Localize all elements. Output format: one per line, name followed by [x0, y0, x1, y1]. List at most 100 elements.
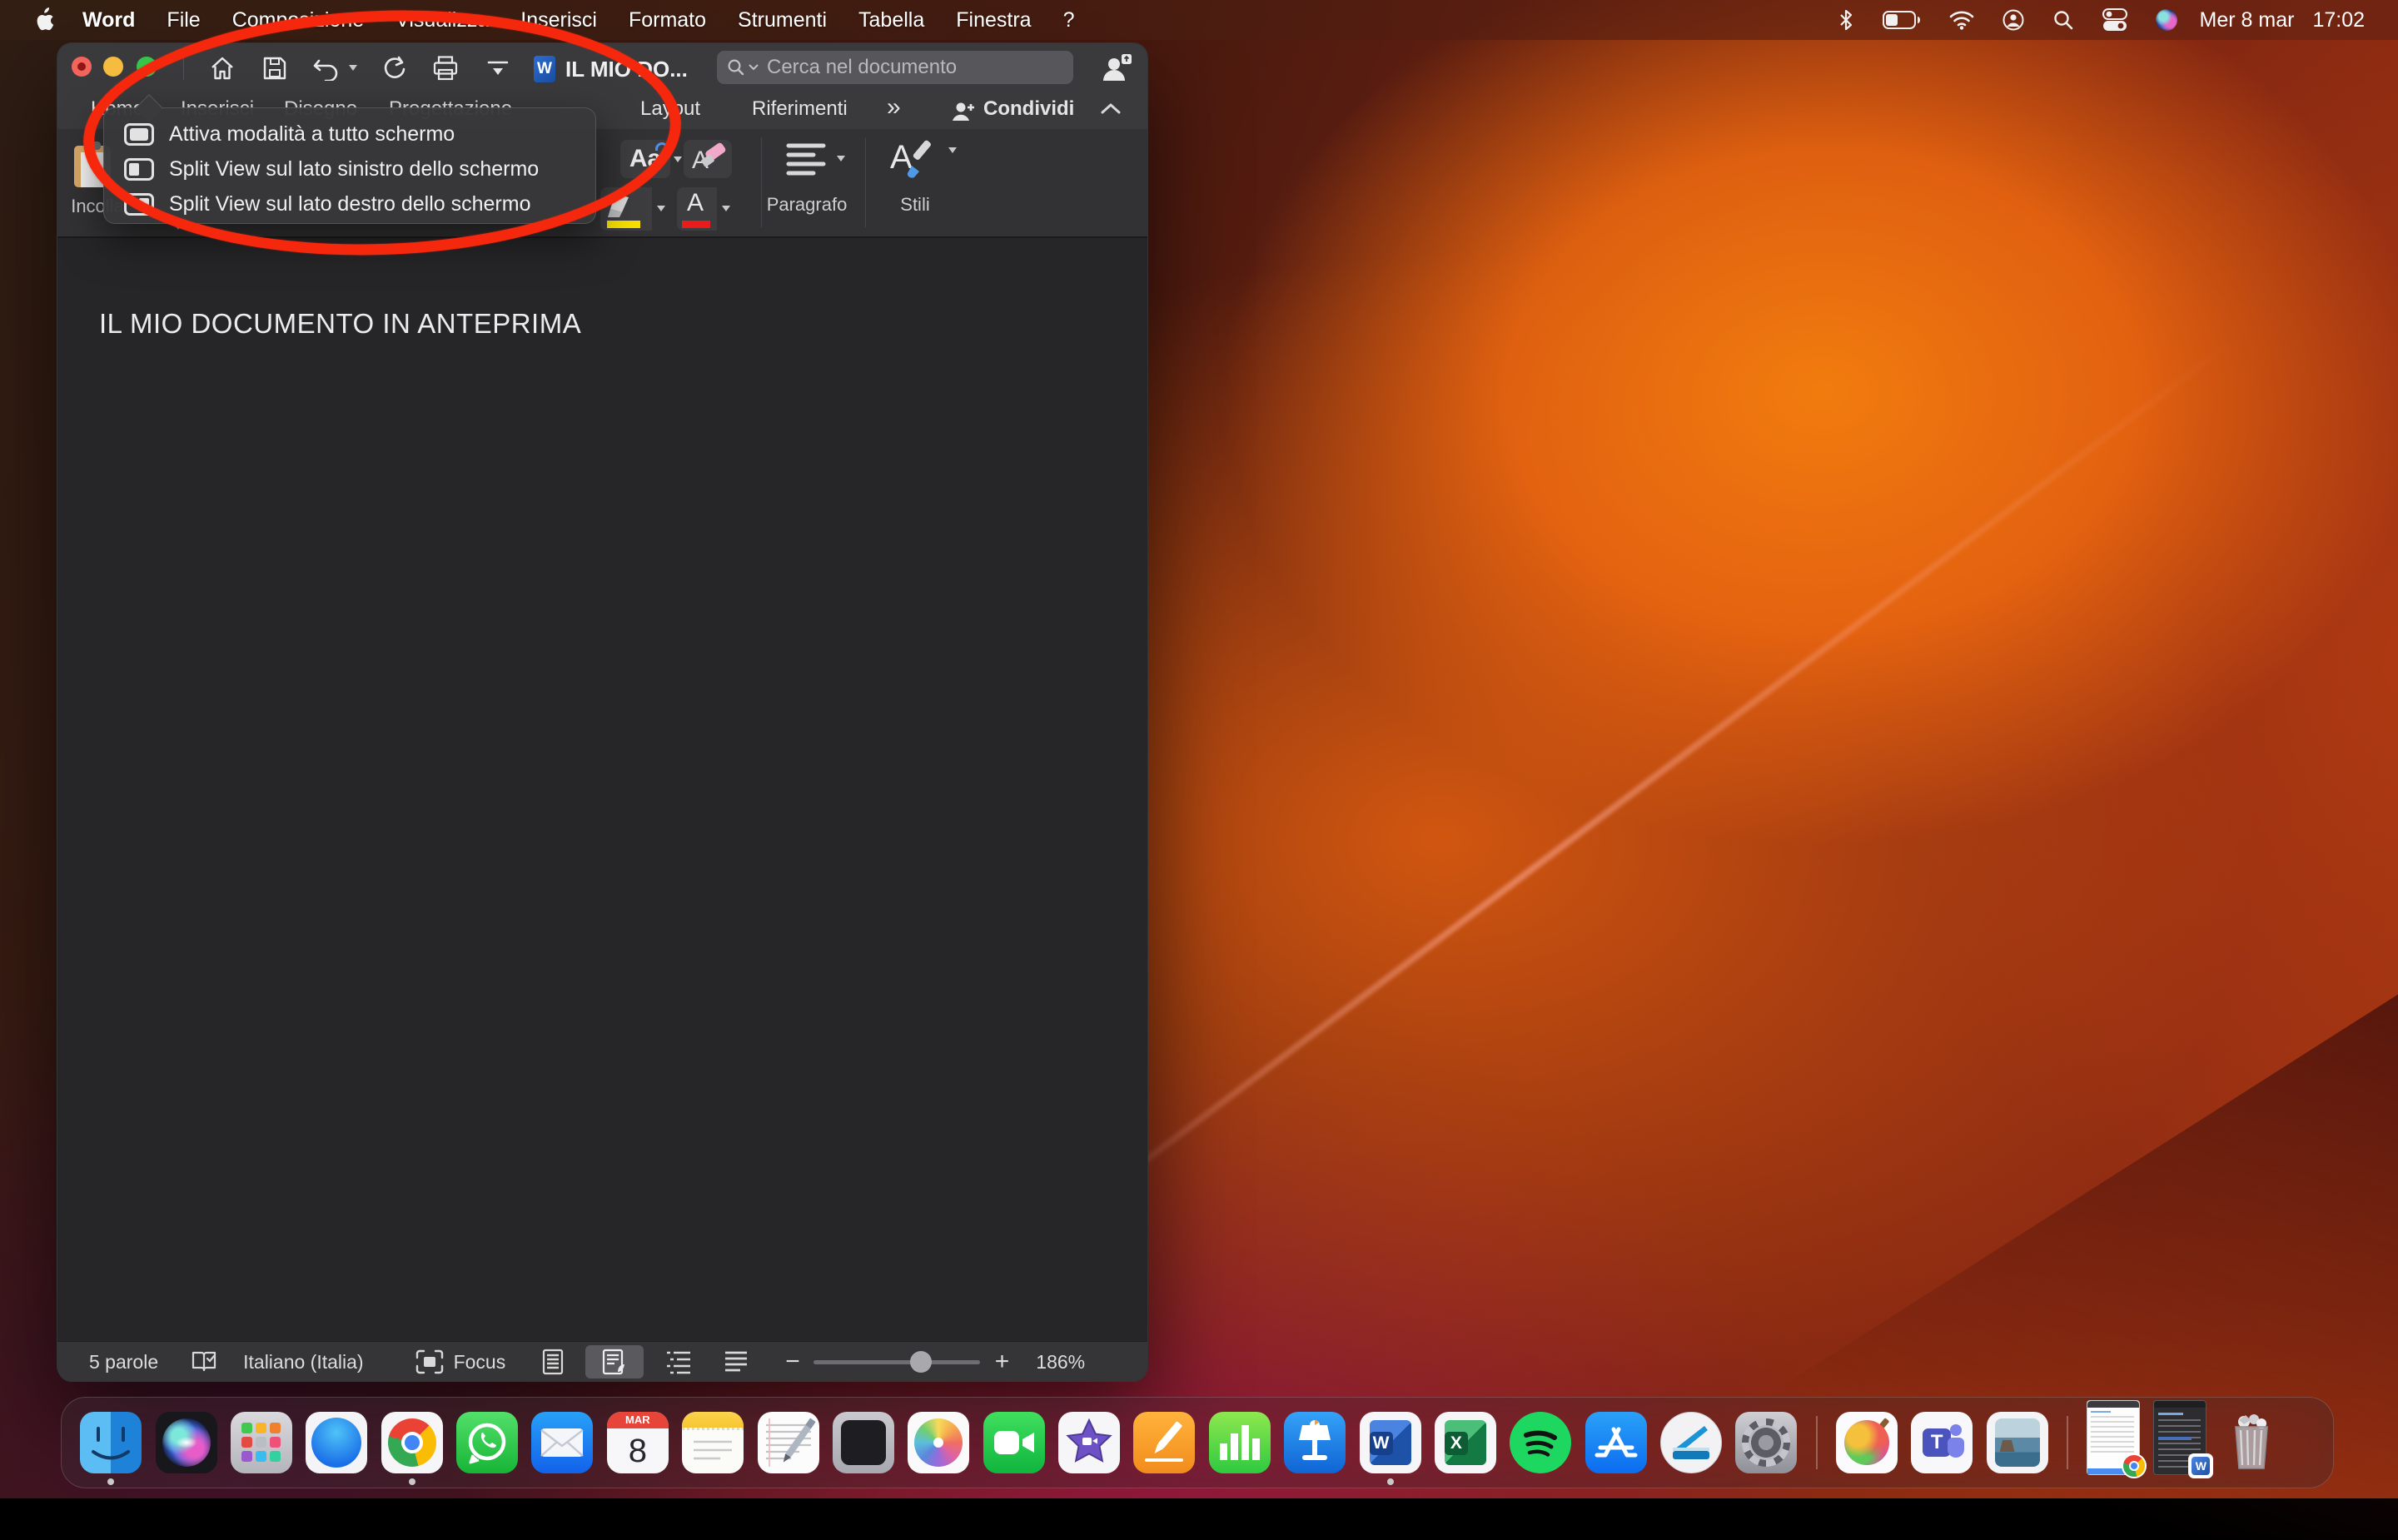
change-case-button[interactable]: Aa: [620, 140, 670, 178]
spotlight-search-icon[interactable]: [2052, 9, 2074, 31]
dock-pages-icon[interactable]: [1133, 1412, 1195, 1473]
menu-item-file[interactable]: File: [167, 8, 200, 32]
menu-item-help[interactable]: ?: [1063, 8, 1075, 32]
menu-item-formato[interactable]: Formato: [629, 8, 706, 32]
share-button[interactable]: Condividi: [983, 97, 1074, 121]
zoom-slider[interactable]: [813, 1360, 980, 1364]
fullscreen-button[interactable]: [137, 57, 157, 77]
window-title: IL MIO DO...: [565, 57, 688, 82]
dock-pixelmator-icon[interactable]: [1836, 1412, 1898, 1473]
control-center-icon[interactable]: [2102, 8, 2127, 32]
dock-imovie-icon[interactable]: [1058, 1412, 1120, 1473]
dock-whatsapp-icon[interactable]: [456, 1412, 518, 1473]
dock-facetime-icon[interactable]: [983, 1412, 1045, 1473]
print-icon[interactable]: [431, 54, 460, 82]
dock-calendar-icon[interactable]: MAR 8: [607, 1412, 669, 1473]
dock-finder-icon[interactable]: [80, 1412, 142, 1473]
dock-photos-icon[interactable]: [908, 1412, 969, 1473]
dock-preview-icon[interactable]: [1987, 1412, 2048, 1473]
paragraph-group-label[interactable]: Paragrafo: [755, 194, 858, 216]
spellcheck-icon[interactable]: [190, 1349, 218, 1374]
dock-minimized-word-window[interactable]: W: [2153, 1400, 2206, 1475]
dock-launchpad-icon[interactable]: [231, 1412, 292, 1473]
paragraph-group-icon[interactable]: [784, 139, 828, 184]
highlight-color-button[interactable]: [600, 187, 652, 231]
tab-riferimenti[interactable]: Riferimenti: [752, 97, 848, 121]
dock-notes-icon[interactable]: [682, 1412, 744, 1473]
user-switch-icon[interactable]: [2002, 9, 2024, 31]
siri-menu-icon[interactable]: [2156, 9, 2177, 31]
menu-item-split-left[interactable]: Split View sul lato sinistro dello scher…: [124, 152, 539, 186]
menu-item-app[interactable]: Word: [82, 8, 135, 32]
highlight-caret[interactable]: [657, 206, 665, 211]
menu-date[interactable]: Mer 8 mar: [2200, 8, 2295, 32]
language-selector[interactable]: Italiano (Italia): [243, 1351, 363, 1374]
fullscreen-options-popover: Attiva modalità a tutto schermo Split Vi…: [103, 107, 596, 224]
styles-group-icon[interactable]: A: [890, 136, 943, 187]
menu-item-strumenti[interactable]: Strumenti: [738, 8, 827, 32]
dock-keynote-icon[interactable]: [1284, 1412, 1346, 1473]
search-input[interactable]: Cerca nel documento: [717, 51, 1073, 84]
font-color-caret[interactable]: [722, 206, 730, 211]
home-icon[interactable]: [208, 54, 236, 82]
close-button[interactable]: [72, 57, 92, 77]
dock-numbers-icon[interactable]: [1209, 1412, 1271, 1473]
dock-textedit-icon[interactable]: [758, 1412, 819, 1473]
styles-group-label[interactable]: Stili: [878, 194, 953, 216]
dock-scanner-icon[interactable]: [1660, 1412, 1722, 1473]
undo-dropdown-caret[interactable]: [349, 65, 357, 71]
menu-item-composizione[interactable]: Composizione: [232, 8, 364, 32]
dock-trash-icon[interactable]: [2221, 1412, 2282, 1473]
tab-layout[interactable]: Layout: [640, 97, 700, 121]
dock-calculator-icon[interactable]: [833, 1412, 894, 1473]
dock-safari-icon[interactable]: [306, 1412, 367, 1473]
menu-item-fullscreen[interactable]: Attiva modalità a tutto schermo: [124, 117, 455, 152]
battery-icon[interactable]: [1883, 10, 1921, 30]
focus-mode-icon[interactable]: [415, 1349, 444, 1374]
paragraph-caret[interactable]: [837, 156, 845, 161]
undo-icon[interactable]: [311, 54, 340, 82]
zoom-slider-knob[interactable]: [910, 1351, 932, 1373]
dock-spotify-icon[interactable]: [1510, 1412, 1571, 1473]
minimize-button[interactable]: [103, 57, 123, 77]
draft-view-icon[interactable]: [724, 1350, 749, 1374]
dock-minimized-chrome-window[interactable]: [2087, 1400, 2140, 1475]
font-color-button[interactable]: A: [677, 187, 717, 231]
menu-item-finestra[interactable]: Finestra: [956, 8, 1031, 32]
outline-view-icon[interactable]: [665, 1349, 692, 1374]
dock-settings-icon[interactable]: [1735, 1412, 1797, 1473]
dock-excel-icon[interactable]: X: [1435, 1412, 1496, 1473]
dock-mail-icon[interactable]: [531, 1412, 593, 1473]
focus-mode-label[interactable]: Focus: [454, 1351, 506, 1374]
share-icon[interactable]: [1100, 52, 1133, 84]
document-canvas[interactable]: IL MIO DOCUMENTO IN ANTEPRIMA: [57, 238, 1147, 1341]
apple-menu-icon[interactable]: [33, 7, 55, 32]
save-icon[interactable]: [261, 54, 289, 82]
zoom-in-button[interactable]: +: [995, 1348, 1010, 1376]
share-person-icon[interactable]: [950, 101, 975, 122]
menu-item-split-right[interactable]: Split View sul lato destro dello schermo: [124, 186, 530, 221]
zoom-level[interactable]: 186%: [1036, 1351, 1085, 1374]
collapse-ribbon-chevron-icon[interactable]: [1100, 101, 1122, 116]
menu-clock[interactable]: 17:02: [2312, 8, 2365, 32]
wifi-icon[interactable]: [1949, 10, 1974, 30]
web-layout-view-button[interactable]: [585, 1345, 644, 1379]
word-count[interactable]: 5 parole: [89, 1351, 158, 1374]
menu-item-tabella[interactable]: Tabella: [858, 8, 924, 32]
dock-appstore-icon[interactable]: [1585, 1412, 1647, 1473]
clear-formatting-button[interactable]: A: [684, 140, 732, 178]
dock-teams-icon[interactable]: T: [1911, 1412, 1973, 1473]
menu-item-visualizza[interactable]: Visualizza: [396, 8, 489, 32]
dock-siri-icon[interactable]: [156, 1412, 217, 1473]
document-heading-text[interactable]: IL MIO DOCUMENTO IN ANTEPRIMA: [99, 308, 581, 340]
dock-word-icon[interactable]: W: [1360, 1412, 1421, 1473]
redo-icon[interactable]: [379, 54, 407, 82]
zoom-out-button[interactable]: −: [785, 1348, 800, 1376]
customize-toolbar-icon[interactable]: [484, 54, 512, 82]
print-layout-view-icon[interactable]: [540, 1349, 565, 1375]
dock-chrome-icon[interactable]: [381, 1412, 443, 1473]
chrome-badge-icon: [2122, 1453, 2147, 1478]
menu-item-inserisci[interactable]: Inserisci: [520, 8, 597, 32]
tab-overflow-chevrons[interactable]: »: [887, 93, 901, 122]
bluetooth-icon[interactable]: [1838, 8, 1854, 32]
